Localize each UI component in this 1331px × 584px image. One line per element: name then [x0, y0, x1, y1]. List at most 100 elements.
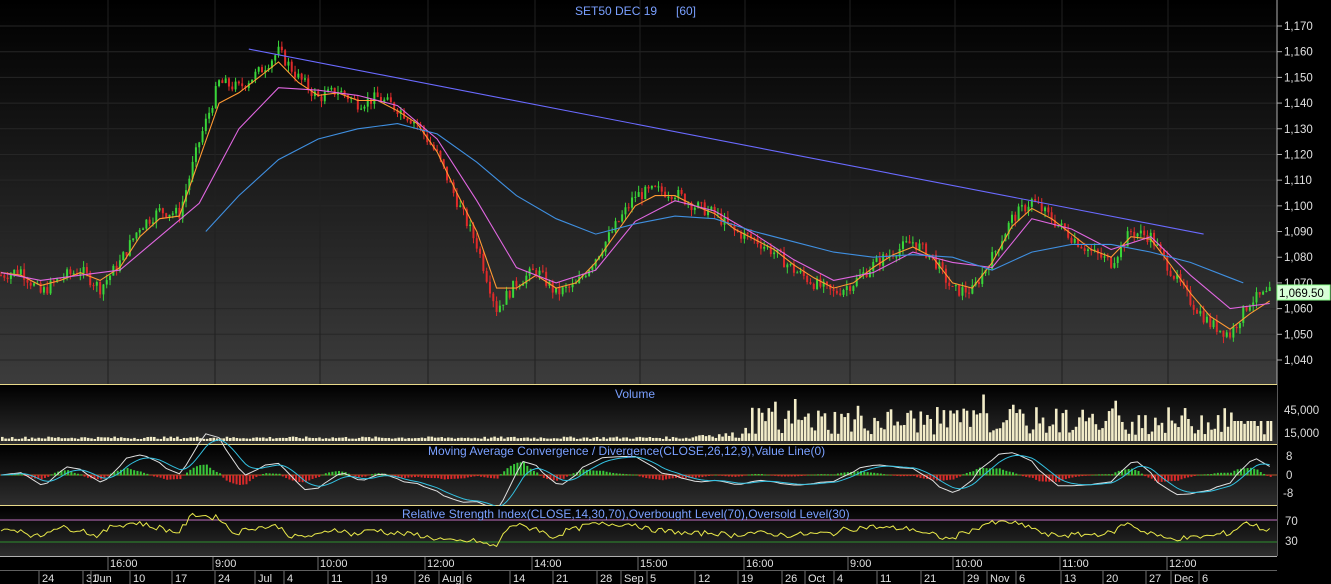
- candle-body: [23, 269, 26, 280]
- volume-bar: [1124, 429, 1127, 441]
- volume-bar: [496, 437, 500, 441]
- macd-histogram-bar: [1114, 472, 1117, 476]
- price-tick-label: 1,060: [1284, 304, 1313, 316]
- volume-bar: [651, 437, 655, 441]
- volume-bar: [209, 438, 212, 441]
- candle-body: [294, 71, 297, 78]
- candle-body: [713, 206, 716, 214]
- candle-body: [290, 61, 293, 72]
- candle-body: [1199, 311, 1202, 314]
- macd-histogram-bar: [278, 473, 281, 476]
- volume-bar: [1187, 418, 1190, 441]
- macd-histogram-bar: [1177, 475, 1180, 481]
- volume-bar: [86, 437, 90, 441]
- macd-histogram-bar: [103, 475, 106, 478]
- candle-body: [845, 286, 848, 290]
- candle-body: [320, 96, 323, 102]
- macd-histogram-bar: [321, 474, 324, 476]
- volume-bar: [1157, 425, 1160, 441]
- candle-body: [360, 108, 363, 110]
- volume-bar: [1064, 409, 1068, 441]
- candle-body: [148, 219, 151, 224]
- time-lower-label: 10: [133, 573, 145, 584]
- macd-histogram-bar: [354, 475, 357, 477]
- candle-body: [300, 73, 303, 80]
- macd-histogram-bar: [803, 475, 806, 476]
- volume-bar: [255, 437, 259, 441]
- volume-bar: [367, 437, 371, 441]
- volume-bar: [1008, 409, 1012, 441]
- candle-body: [1020, 205, 1023, 207]
- time-axis[interactable]: 16:00 9:00 10:00 12:00 14:00 15:00 16:00 9:00 10…: [0, 556, 1331, 584]
- volume-bar: [618, 438, 622, 441]
- macd-histogram-bar: [159, 475, 162, 478]
- volume-bar: [717, 434, 721, 441]
- candle-body: [234, 81, 237, 90]
- volume-panel[interactable]: Volume 45,000 15,000: [0, 385, 1319, 444]
- macd-histogram-bar: [807, 474, 810, 476]
- candle-body: [921, 243, 924, 245]
- candle-body: [409, 120, 412, 124]
- macd-histogram-bar: [1269, 475, 1272, 477]
- price-chart-title: SET50 DEC 19: [575, 4, 657, 18]
- volume-bar: [1239, 421, 1243, 441]
- time-lower-label: 20: [1106, 573, 1118, 584]
- candle-body: [363, 106, 366, 109]
- price-tick-label: 1,170: [1284, 21, 1313, 33]
- volume-bar: [850, 431, 853, 441]
- volume-bar: [337, 437, 341, 441]
- macd-histogram-bar: [400, 475, 403, 478]
- macd-histogram-bar: [361, 475, 364, 477]
- macd-panel[interactable]: Moving Average Convergence / Divergence(…: [0, 433, 1293, 512]
- macd-histogram-bar: [271, 473, 274, 476]
- macd-histogram-bar: [972, 471, 975, 476]
- volume-bar: [83, 437, 87, 441]
- rsi-panel[interactable]: Relative Strength Index(CLOSE,14,30,70),…: [0, 506, 1298, 556]
- macd-histogram-bar: [1104, 474, 1107, 476]
- volume-bar: [1005, 420, 1008, 441]
- volume-bar: [146, 437, 149, 441]
- candle-body: [1258, 292, 1261, 295]
- time-lower-label: Aug: [442, 573, 462, 584]
- volume-bar: [595, 436, 599, 441]
- candle-body: [918, 243, 921, 250]
- volume-bar: [698, 435, 701, 441]
- macd-histogram-bar: [1091, 474, 1094, 476]
- volume-bar: [57, 437, 60, 441]
- volume-bar: [1216, 415, 1220, 441]
- macd-histogram-bar: [156, 475, 159, 478]
- macd-histogram-bar: [565, 475, 568, 477]
- volume-bar: [1117, 415, 1121, 441]
- macd-histogram-bar: [219, 473, 222, 476]
- candle-body: [908, 241, 911, 244]
- volume-bar: [1220, 431, 1223, 441]
- candle-body: [1265, 291, 1268, 293]
- volume-bar: [523, 437, 526, 441]
- candle-body: [16, 269, 19, 275]
- volume-bar: [1147, 434, 1151, 441]
- candle-body: [958, 285, 961, 296]
- candle-body: [895, 256, 898, 258]
- macd-histogram-bar: [744, 475, 747, 476]
- volume-bar: [843, 417, 847, 441]
- price-tick-label: 1,120: [1284, 149, 1313, 161]
- volume-bar: [1177, 427, 1180, 441]
- volume-bar: [288, 436, 292, 441]
- macd-histogram-bar: [916, 475, 919, 478]
- volume-bar: [275, 438, 278, 441]
- macd-histogram-bar: [195, 466, 198, 476]
- volume-bar: [489, 437, 493, 441]
- volume-bar: [450, 437, 453, 441]
- macd-tick-0: 0: [1286, 470, 1292, 482]
- macd-histogram-bar: [513, 464, 516, 476]
- volume-bar: [189, 437, 192, 441]
- macd-histogram-bar: [182, 475, 185, 476]
- candle-body: [535, 270, 538, 275]
- macd-tick-minus8: -8: [1283, 488, 1293, 500]
- candle-body: [1024, 205, 1027, 212]
- volume-bar: [390, 438, 394, 441]
- candle-body: [1103, 256, 1106, 258]
- candle-body: [607, 232, 610, 242]
- macd-histogram-bar: [288, 475, 291, 480]
- volume-bar: [1137, 415, 1141, 441]
